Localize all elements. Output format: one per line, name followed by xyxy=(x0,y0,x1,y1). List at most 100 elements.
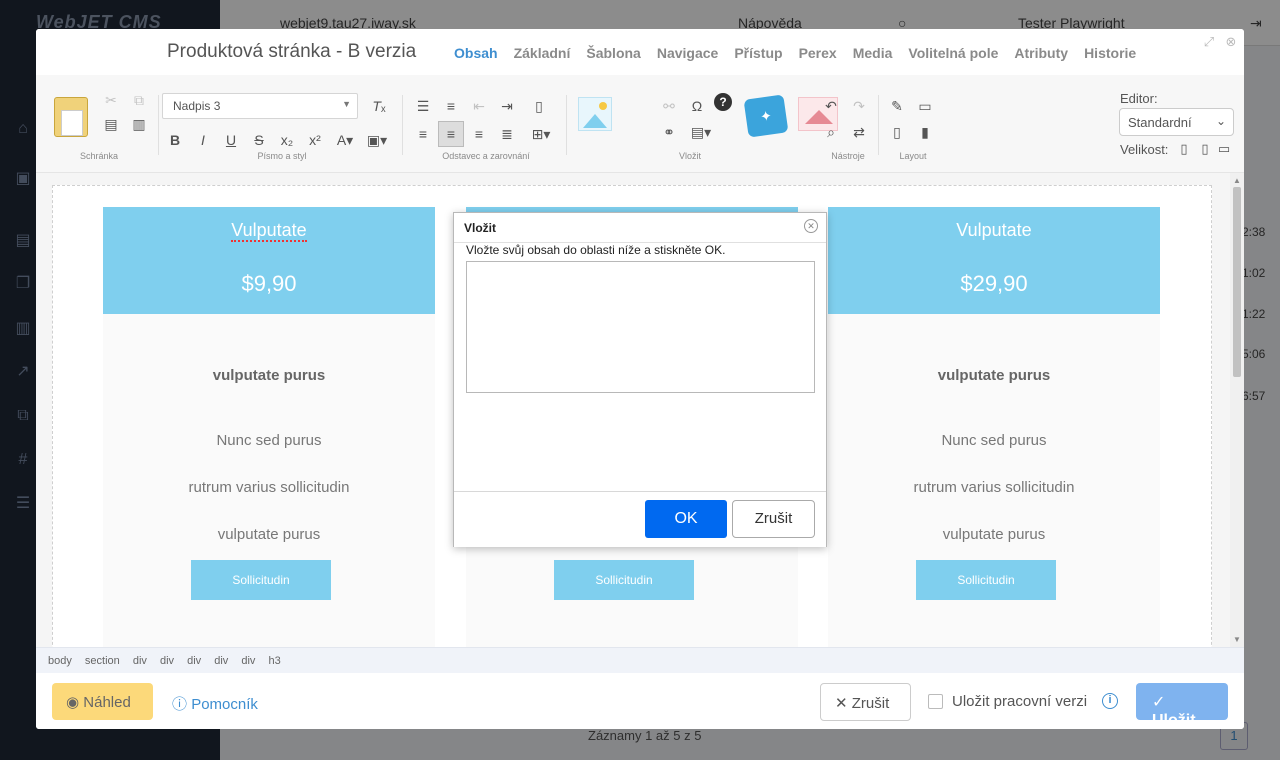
div-container-icon[interactable]: ▯ xyxy=(528,95,550,117)
subscript-icon[interactable]: x₂ xyxy=(276,129,298,151)
align-center-icon[interactable]: ≡ xyxy=(438,121,464,147)
phone-size-icon[interactable]: ▯ xyxy=(1177,141,1191,157)
preview-button[interactable]: ◉ Náhled xyxy=(52,683,153,720)
undo-icon[interactable]: ↶ xyxy=(820,95,842,117)
edit-icon[interactable]: ✎ xyxy=(886,95,908,117)
background-color-icon[interactable]: ▣▾ xyxy=(366,129,388,151)
element-path: body section div div div div div h3 xyxy=(36,647,1244,673)
pricing-card-button[interactable]: Sollicitudin xyxy=(554,560,694,600)
tab-historie[interactable]: Historie xyxy=(1084,45,1136,61)
pricing-card-name: Vulputate xyxy=(231,220,307,242)
numbered-list-icon[interactable]: ≡ xyxy=(440,95,462,117)
image-icon[interactable] xyxy=(578,97,612,131)
puzzle-icon[interactable]: ✦ xyxy=(743,94,789,138)
eye-icon: ◉ xyxy=(66,694,80,711)
cancel-button[interactable]: ✕ Zrušit xyxy=(820,683,911,721)
tab-obsah[interactable]: Obsah xyxy=(454,45,498,61)
superscript-icon[interactable]: x² xyxy=(304,129,326,151)
form-icon[interactable]: ▤▾ xyxy=(686,121,716,143)
pricing-card-button[interactable]: Sollicitudin xyxy=(916,560,1056,600)
info-icon[interactable]: i xyxy=(1102,693,1118,709)
phone-icon[interactable]: ▮ xyxy=(914,121,936,143)
pricing-card[interactable]: Vulputate $9,90 vulputate purus Nunc sed… xyxy=(103,207,435,647)
tab-sablona[interactable]: Šablona xyxy=(586,45,640,61)
help-icon[interactable]: ? xyxy=(714,93,732,111)
align-left-icon[interactable]: ≡ xyxy=(412,123,434,145)
path-item[interactable]: section xyxy=(85,655,120,667)
unlink-icon[interactable]: ⚯ xyxy=(658,95,680,117)
outdent-icon[interactable]: ⇤ xyxy=(468,95,490,117)
special-char-icon[interactable]: Ω xyxy=(686,95,708,117)
pricing-card-price: $29,90 xyxy=(960,271,1028,296)
tab-media[interactable]: Media xyxy=(853,45,893,61)
content-scrollbar[interactable]: ▲ ▼ xyxy=(1230,173,1244,647)
strikethrough-icon[interactable]: S xyxy=(248,129,270,151)
table-icon[interactable]: ⊞▾ xyxy=(526,123,556,145)
path-item[interactable]: div xyxy=(187,655,201,667)
close-icon: ✕ xyxy=(835,695,848,712)
justify-icon[interactable]: ≣ xyxy=(496,123,518,145)
bold-icon[interactable]: B xyxy=(164,129,186,151)
path-item[interactable]: div xyxy=(160,655,174,667)
toolbar-group-label: Layout xyxy=(899,151,927,161)
tab-volitelna-pole[interactable]: Volitelná pole xyxy=(908,45,998,61)
copy-icon[interactable]: ⧉ xyxy=(128,89,150,111)
editor-select[interactable]: Standardní ⌄ xyxy=(1119,108,1234,136)
paste-text-icon[interactable]: ▤ xyxy=(100,113,122,135)
toolbar-separator xyxy=(566,95,567,155)
tab-perex[interactable]: Perex xyxy=(799,45,837,61)
ok-button[interactable]: OK xyxy=(645,500,727,538)
toolbar-group-label: Vložit xyxy=(678,151,701,161)
remove-format-icon[interactable]: Tₓ xyxy=(368,95,390,117)
path-item[interactable]: div xyxy=(241,655,255,667)
redo-icon[interactable]: ↷ xyxy=(848,95,870,117)
paste-dialog: Vložit ✕ Vložte svůj obsah do oblasti ní… xyxy=(453,212,827,547)
tab-atributy[interactable]: Atributy xyxy=(1014,45,1068,61)
desktop-icon[interactable]: ▭ xyxy=(914,95,936,117)
close-icon[interactable]: ✕ xyxy=(804,219,818,233)
modal-title: Produktová stránka - B verzia xyxy=(167,41,417,62)
tablet-size-icon[interactable]: ▯ xyxy=(1198,141,1212,157)
editor-label: Editor: xyxy=(1120,91,1158,106)
scroll-up-icon[interactable]: ▲ xyxy=(1233,176,1241,185)
path-item[interactable]: div xyxy=(214,655,228,667)
path-item[interactable]: body xyxy=(48,655,72,667)
paste-area[interactable] xyxy=(466,261,815,393)
fullscreen-icon[interactable]: ⤢ xyxy=(1202,35,1216,49)
pricing-card-button[interactable]: Sollicitudin xyxy=(191,560,331,600)
dialog-cancel-button[interactable]: Zrušit xyxy=(732,500,815,538)
paste-icon[interactable] xyxy=(54,97,88,137)
format-select[interactable]: Nadpis 3 ▼ xyxy=(162,93,358,119)
tab-pristup[interactable]: Přístup xyxy=(734,45,782,61)
text-color-icon[interactable]: A▾ xyxy=(334,129,356,151)
path-item[interactable]: div xyxy=(133,655,147,667)
format-select-value: Nadpis 3 xyxy=(173,99,221,113)
link-icon[interactable]: ⚭ xyxy=(658,121,680,143)
paste-word-icon[interactable]: ▥ xyxy=(128,113,150,135)
pricing-card[interactable]: Vulputate $29,90 vulputate purus Nunc se… xyxy=(828,207,1160,647)
pricing-card-item: rutrum varius sollicitudin xyxy=(188,479,350,496)
italic-icon[interactable]: I xyxy=(192,129,214,151)
desktop-size-icon[interactable]: ▭ xyxy=(1217,141,1231,157)
working-version-label: Uložit pracovní verzi xyxy=(952,693,1088,710)
helper-link[interactable]: ⓘ Pomocník xyxy=(172,693,258,714)
tab-zakladni[interactable]: Základní xyxy=(514,45,571,61)
save-button[interactable]: ✓ Uložit xyxy=(1136,683,1228,729)
replace-icon[interactable]: ⇄ xyxy=(848,121,870,143)
toolbar-group-font: Nadpis 3 ▼ Tₓ B I U S x₂ x² A▾ ▣▾ Písmo … xyxy=(162,75,402,173)
indent-icon[interactable]: ⇥ xyxy=(496,95,518,117)
working-version-checkbox[interactable] xyxy=(928,694,943,709)
tab-navigace[interactable]: Navigace xyxy=(657,45,718,61)
path-item[interactable]: h3 xyxy=(268,655,280,667)
cut-icon[interactable]: ✂ xyxy=(100,89,122,111)
scroll-down-icon[interactable]: ▼ xyxy=(1233,635,1241,644)
align-right-icon[interactable]: ≡ xyxy=(468,123,490,145)
bulleted-list-icon[interactable]: ☰ xyxy=(412,95,434,117)
find-icon[interactable]: ⌕ xyxy=(820,121,842,143)
close-icon[interactable]: ⊗ xyxy=(1224,35,1238,49)
chevron-down-icon: ▼ xyxy=(342,99,351,109)
scrollbar-thumb[interactable] xyxy=(1233,187,1241,377)
tablet-icon[interactable]: ▯ xyxy=(886,121,908,143)
underline-icon[interactable]: U xyxy=(220,129,242,151)
pricing-card-item: vulputate purus xyxy=(217,526,321,543)
